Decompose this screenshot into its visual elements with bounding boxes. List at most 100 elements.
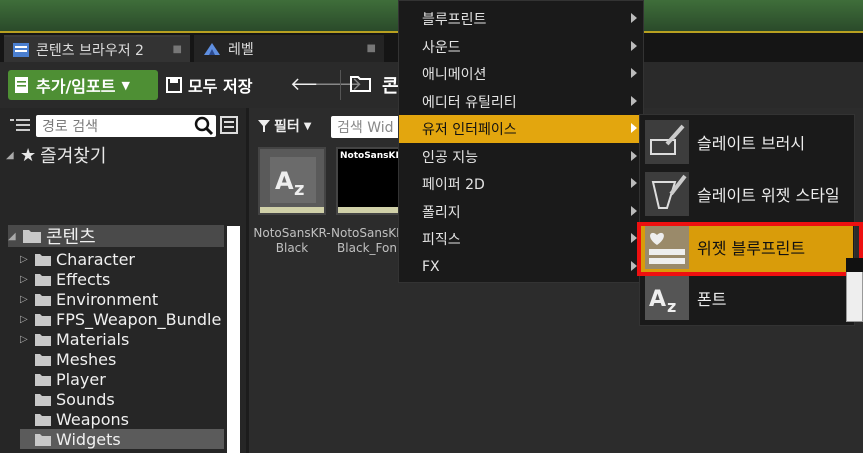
menu-item-label: 피직스 [422,232,461,248]
svg-text:z: z [667,297,676,316]
context-menu-item[interactable]: 인공 지능 [399,143,643,171]
path-search-input[interactable]: 경로 검색 [36,115,216,137]
folder-item[interactable]: ▷ Materials [20,329,224,349]
folder-item[interactable]: ▷ Environment [20,289,224,309]
submenu-arrow-icon [631,13,637,23]
view-options-icon[interactable] [220,116,238,134]
submenu-arrow-icon [631,95,637,106]
favorites-label: 즐겨찾기 [40,146,107,167]
submenu-item[interactable]: 슬레이트 위젯 스타일 [641,169,853,219]
chevron-down-icon: ▼ [121,78,130,92]
context-menu-item[interactable]: 피직스 [399,225,643,253]
context-menu-item[interactable]: FX [399,253,643,281]
tab-content-browser-2[interactable]: 콘텐츠 브라우저 2 ■ [4,35,190,62]
folder-item[interactable]: Sounds [20,389,224,409]
expand-triangle-icon[interactable]: ▷ [20,334,30,345]
save-all-button[interactable]: 모두 저장 [166,70,252,100]
folder-label: Weapons [56,409,129,429]
expand-triangle-icon[interactable]: ▷ [20,254,30,265]
folder-label: Materials [56,329,130,349]
path-search-placeholder: 경로 검색 [42,119,98,135]
font-asset-icon: Az [270,157,316,203]
expand-triangle-icon[interactable]: ◢ [6,150,16,161]
menu-item-label: 에디터 유틸리티 [422,94,517,111]
context-menu-item[interactable]: 애니메이션 [399,60,643,88]
slate-brush-icon [645,120,689,164]
menu-item-label: FX [422,258,440,275]
submenu-item-label: 슬레이트 위젯 스타일 [697,186,840,205]
asset-search-placeholder: 검색 Wid [337,120,394,136]
collapse-triangle-icon[interactable]: ◢ [8,231,18,242]
level-icon [202,41,222,57]
folder-icon [34,252,52,267]
folder-label: Widgets [56,429,121,449]
context-menu-item[interactable]: 페이퍼 2D [399,170,643,198]
context-menu-item[interactable]: 유저 인터페이스 [399,115,643,143]
submenu-arrow-icon [631,68,637,78]
content-root-label: 콘텐츠 [46,227,96,248]
asset-label: NotoSansKR-Black_Fon [331,226,403,255]
filter-funnel-icon [258,120,270,132]
favorites-header[interactable]: ◢ ★ 즐겨찾기 [6,142,106,168]
add-import-label: 추가/임포트 [36,77,116,96]
folder-label: Sounds [56,389,115,409]
menu-item-label: 인공 지능 [422,149,478,166]
submenu-item-label: 슬레이트 브러시 [697,134,806,153]
filter-button[interactable]: 필터 ▼ [258,116,311,136]
folder-item[interactable]: Widgets [20,429,224,449]
add-import-button[interactable]: 추가/임포트 ▼ [8,70,158,100]
save-all-label: 모두 저장 [188,77,253,96]
expand-triangle-icon[interactable]: ▷ [20,294,30,305]
tab-label: 콘텐츠 브라우저 2 [36,42,144,59]
path-breadcrumb[interactable]: 콘 [382,72,399,98]
open-folder-icon [350,74,372,92]
context-menu-item[interactable]: 사운드 [399,33,643,61]
tab-close-icon[interactable]: ■ [173,44,182,55]
tab-close-icon[interactable]: ■ [367,43,376,54]
context-menu-item[interactable]: 블루프린트 [399,5,643,33]
asset-type-bar [260,207,324,213]
submenu-item[interactable]: 슬레이트 브러시 [641,117,853,167]
asset-thumbnail-font-face[interactable]: NotoSansKR [336,147,404,215]
folder-icon [34,332,52,347]
asset-thumb-text: NotoSansKR [340,151,403,161]
folder-item[interactable]: ▷ Character [20,249,224,269]
folder-icon [34,352,52,367]
folder-icon [34,432,52,447]
menu-item-label: 블루프린트 [422,12,487,28]
folder-label: FPS_Weapon_Bundle [56,309,222,329]
context-menu-item[interactable]: 에디터 유틸리티 [399,88,643,116]
add-file-icon [14,76,30,94]
submenu-arrow-icon [631,205,637,216]
search-icon[interactable] [194,116,214,136]
sources-toggle-icon[interactable] [10,116,32,134]
folder-item[interactable]: Weapons [20,409,224,429]
expand-triangle-icon[interactable]: ▷ [20,314,30,325]
star-icon: ★ [20,144,37,166]
toolbar-divider [340,70,341,100]
folder-icon [34,372,52,387]
folder-label: Meshes [56,349,117,369]
menu-item-label: 유저 인터페이스 [422,122,517,138]
expand-triangle-icon[interactable]: ▷ [20,274,30,285]
content-browser-icon [12,42,30,58]
context-menu-item[interactable]: 폴리지 [399,198,643,226]
asset-label: NotoSansKR-Black [253,226,331,255]
folder-label: Environment [56,289,159,309]
tab-level[interactable]: 레벨 ■ [194,35,384,62]
save-icon [166,77,182,93]
folder-icon [34,392,52,407]
chevron-down-icon: ▼ [303,120,312,132]
tooltip-edge-dark [846,258,863,272]
folder-icon [34,272,52,287]
submenu-arrow-icon [631,150,637,161]
folder-item[interactable]: Meshes [20,349,224,369]
folder-item[interactable]: ▷ Effects [20,269,224,289]
content-root-folder[interactable]: ◢ 콘텐츠 [8,225,224,248]
folder-item[interactable]: Player [20,369,224,389]
tree-scrollbar[interactable] [227,226,240,453]
submenu-item[interactable]: Az 폰트 [641,273,853,323]
submenu-arrow-icon [631,123,637,133]
folder-item[interactable]: ▷ FPS_Weapon_Bundle [20,309,224,329]
asset-thumbnail-font[interactable]: Az [258,147,326,215]
